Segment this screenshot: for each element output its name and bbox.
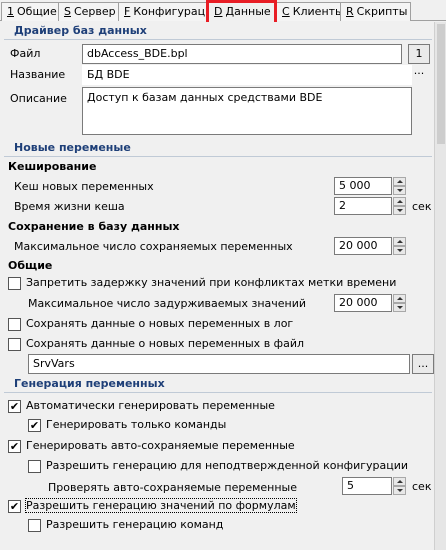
allow-commands-checkbox[interactable] <box>28 519 41 532</box>
stepper-up-icon[interactable] <box>393 197 406 206</box>
driver-name-field[interactable]: БД BDE <box>82 65 412 85</box>
vertical-scrollbar[interactable] <box>434 22 446 550</box>
file-label: Файл <box>10 47 41 60</box>
tab-data[interactable]: D Данные <box>206 0 277 22</box>
gen-autosave-checkbox[interactable]: ✔ <box>8 440 21 453</box>
driver-file-field[interactable]: dbAccess_BDE.bpl <box>82 44 402 64</box>
forbid-delay-checkbox[interactable] <box>8 277 21 290</box>
caching-title: Кеширование <box>8 160 97 173</box>
driver-description-field[interactable]: Доступ к базам данных средствами BDE <box>82 87 412 135</box>
stepper-down-icon[interactable] <box>393 206 406 215</box>
stepper-up-icon[interactable] <box>393 177 406 186</box>
stepper-down-icon[interactable] <box>393 186 406 195</box>
name-label: Название <box>10 68 66 81</box>
description-label: Описание <box>10 92 67 105</box>
only-commands-label: Генерировать только команды <box>46 418 227 431</box>
allow-unconfirmed-checkbox[interactable] <box>28 460 41 473</box>
save-db-title: Сохранение в базу данных <box>8 220 180 233</box>
allow-formula-label: Разрешить генерацию значений по формулам <box>25 498 297 513</box>
auto-generate-label: Автоматически генерировать переменные <box>26 399 275 412</box>
general-title: Общие <box>8 259 53 272</box>
driver-browse-button[interactable]: 1 ... <box>408 44 430 77</box>
check-autosave-label: Проверять авто-сохраняемые переменные <box>48 481 297 494</box>
vars-file-browse-button[interactable]: ... <box>412 354 434 374</box>
max-delayed-label: Максимальное число задурживаемых значени… <box>28 297 307 310</box>
cache-ttl-unit: сек <box>412 200 432 213</box>
auto-generate-checkbox[interactable]: ✔ <box>8 400 21 413</box>
stepper-down-icon[interactable] <box>393 246 406 255</box>
stepper-down-icon[interactable] <box>393 486 406 495</box>
max-delayed-input[interactable]: 20 000 <box>334 294 392 312</box>
tab-general[interactable]: 1 Общие <box>1 2 61 21</box>
stepper-down-icon[interactable] <box>393 303 406 312</box>
cache-new-label: Кеш новых переменных <box>14 180 154 193</box>
save-file-checkbox[interactable] <box>8 338 21 351</box>
gen-autosave-label: Генерировать авто-сохраняемые переменные <box>26 439 295 452</box>
cache-ttl-stepper[interactable] <box>393 197 406 215</box>
save-max-input[interactable]: 20 000 <box>334 237 392 255</box>
stepper-up-icon[interactable] <box>393 294 406 303</box>
section-header-new-variables: Новые переменые <box>4 141 432 157</box>
check-autosave-unit: сек <box>412 480 432 493</box>
vars-file-field[interactable]: SrvVars <box>28 354 410 374</box>
cache-new-stepper[interactable] <box>393 177 406 195</box>
stepper-up-icon[interactable] <box>393 237 406 246</box>
allow-commands-label: Разрешить генерацию команд <box>46 518 224 531</box>
forbid-delay-label: Запретить задержку значений при конфликт… <box>26 276 397 289</box>
cache-ttl-label: Время жизни кеша <box>14 200 125 213</box>
cache-new-input[interactable]: 5 000 <box>334 177 392 195</box>
save-log-checkbox[interactable] <box>8 318 21 331</box>
tab-bar: 1 Общие S Сервер F Конфигурации D Данные C Кл… <box>0 0 446 22</box>
check-autosave-stepper[interactable] <box>393 477 406 495</box>
check-autosave-input[interactable]: 5 <box>342 477 392 495</box>
max-delayed-stepper[interactable] <box>393 294 406 312</box>
section-header-generation: Генерация переменных <box>4 377 432 393</box>
save-max-label: Максимальное число сохраняемых переменны… <box>14 240 293 253</box>
scrollbar-thumb[interactable] <box>437 24 445 144</box>
save-log-label: Сохранять данные о новых переменных в ло… <box>26 317 294 330</box>
cache-ttl-input[interactable]: 2 <box>334 197 392 215</box>
stepper-up-icon[interactable] <box>393 477 406 486</box>
allow-formula-checkbox[interactable]: ✔ <box>8 500 21 513</box>
only-commands-checkbox[interactable]: ✔ <box>28 419 41 432</box>
save-max-stepper[interactable] <box>393 237 406 255</box>
allow-unconfirmed-label: Разрешить генерацию для неподтвержденной… <box>46 459 409 472</box>
tab-clients[interactable]: C Клиенты <box>276 2 348 21</box>
save-file-label: Сохранять данные о новых переменных в фа… <box>26 337 304 350</box>
section-header-driver: Драйвер баз данных <box>4 24 432 40</box>
tab-scripts[interactable]: R Скрипты <box>340 2 412 21</box>
tab-server[interactable]: S Сервер <box>58 2 120 21</box>
